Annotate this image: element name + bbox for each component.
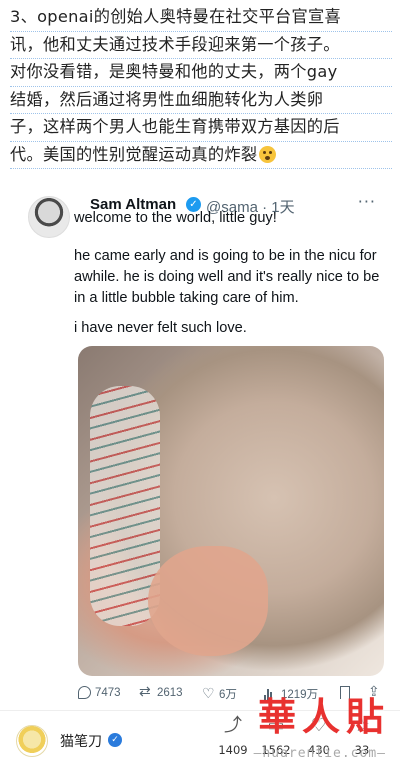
- embedded-tweet[interactable]: Sam Altman ✓ @sama · 1天 ··· welcome to t…: [12, 178, 390, 708]
- baby-hand: [148, 546, 268, 656]
- tweet-text-line1: welcome to the world, little guy!: [74, 210, 277, 226]
- comment-stat[interactable]: ▭ 1562: [258, 715, 294, 757]
- article-line: 讯，他和丈夫通过技术手段迎来第一个孩子。: [10, 32, 392, 59]
- views-action[interactable]: 1219万: [264, 686, 318, 702]
- article-line: 对你没看错，是奥特曼和他的丈夫，两个gay: [10, 59, 392, 87]
- share-count: 1409: [218, 743, 248, 757]
- favorite-count: 33: [354, 743, 370, 757]
- heart-icon: [202, 685, 215, 702]
- poster-verified-icon: ✓: [108, 733, 122, 747]
- post-footer-bar: 猫笔刀 ✓ ⤴ 1409 ▭ 1562 ♡ 430 ☆ 33: [0, 710, 400, 770]
- article-line: 结婚，然后通过将男性血细胞转化为人类卵: [10, 87, 392, 114]
- tweet-author-avatar[interactable]: [28, 196, 70, 238]
- tweet-text-para2: he came early and is going to be in the …: [74, 248, 380, 306]
- share-icon: [368, 683, 381, 700]
- like-heart-icon: ♡: [310, 715, 328, 736]
- footer-like-count: 430: [308, 743, 330, 757]
- article-line-text: 代。美国的性别觉醒运动真的炸裂: [10, 144, 258, 164]
- tweet-text-para3: i have never felt such love.: [74, 320, 247, 336]
- bookmark-action[interactable]: [340, 686, 350, 699]
- share-arrow-icon: ⤴: [224, 715, 242, 736]
- retweet-action[interactable]: 2613: [139, 683, 183, 700]
- poster-avatar[interactable]: [16, 725, 48, 757]
- like-count: 6万: [219, 689, 237, 701]
- retweet-icon: [139, 683, 153, 700]
- favorite-stat[interactable]: ☆ 33: [344, 715, 380, 757]
- tweet-actions: 7473 2613 6万 1219万: [78, 683, 384, 706]
- comment-icon: ▭: [267, 715, 285, 736]
- poster-name[interactable]: 猫笔刀: [60, 731, 102, 751]
- article-line: 3、openai的创始人奥特曼在社交平台官宣喜: [10, 4, 392, 32]
- newborn-baby-photo[interactable]: [78, 346, 384, 676]
- share-action[interactable]: [368, 683, 381, 700]
- bookmark-icon: [340, 686, 350, 699]
- views-chart-icon: [264, 688, 277, 701]
- article-line-last: 代。美国的性别觉醒运动真的炸裂: [10, 142, 392, 169]
- retweet-count: 2613: [157, 686, 183, 699]
- article-line: 子，这样两个男人也能生育携带双方基因的后: [10, 114, 392, 142]
- flushed-face-emoji-icon: [259, 145, 277, 163]
- views-count: 1219万: [281, 689, 319, 701]
- like-stat[interactable]: ♡ 430: [301, 715, 337, 757]
- reply-icon: [78, 686, 91, 699]
- comment-count: 1562: [261, 743, 291, 757]
- star-icon: ☆: [353, 715, 371, 736]
- reply-count: 7473: [95, 686, 121, 699]
- article-text: 3、openai的创始人奥特曼在社交平台官宣喜 讯，他和丈夫通过技术手段迎来第一…: [10, 4, 392, 169]
- share-stat[interactable]: ⤴ 1409: [215, 715, 251, 757]
- reply-action[interactable]: 7473: [78, 686, 121, 699]
- like-action[interactable]: 6万: [202, 685, 237, 702]
